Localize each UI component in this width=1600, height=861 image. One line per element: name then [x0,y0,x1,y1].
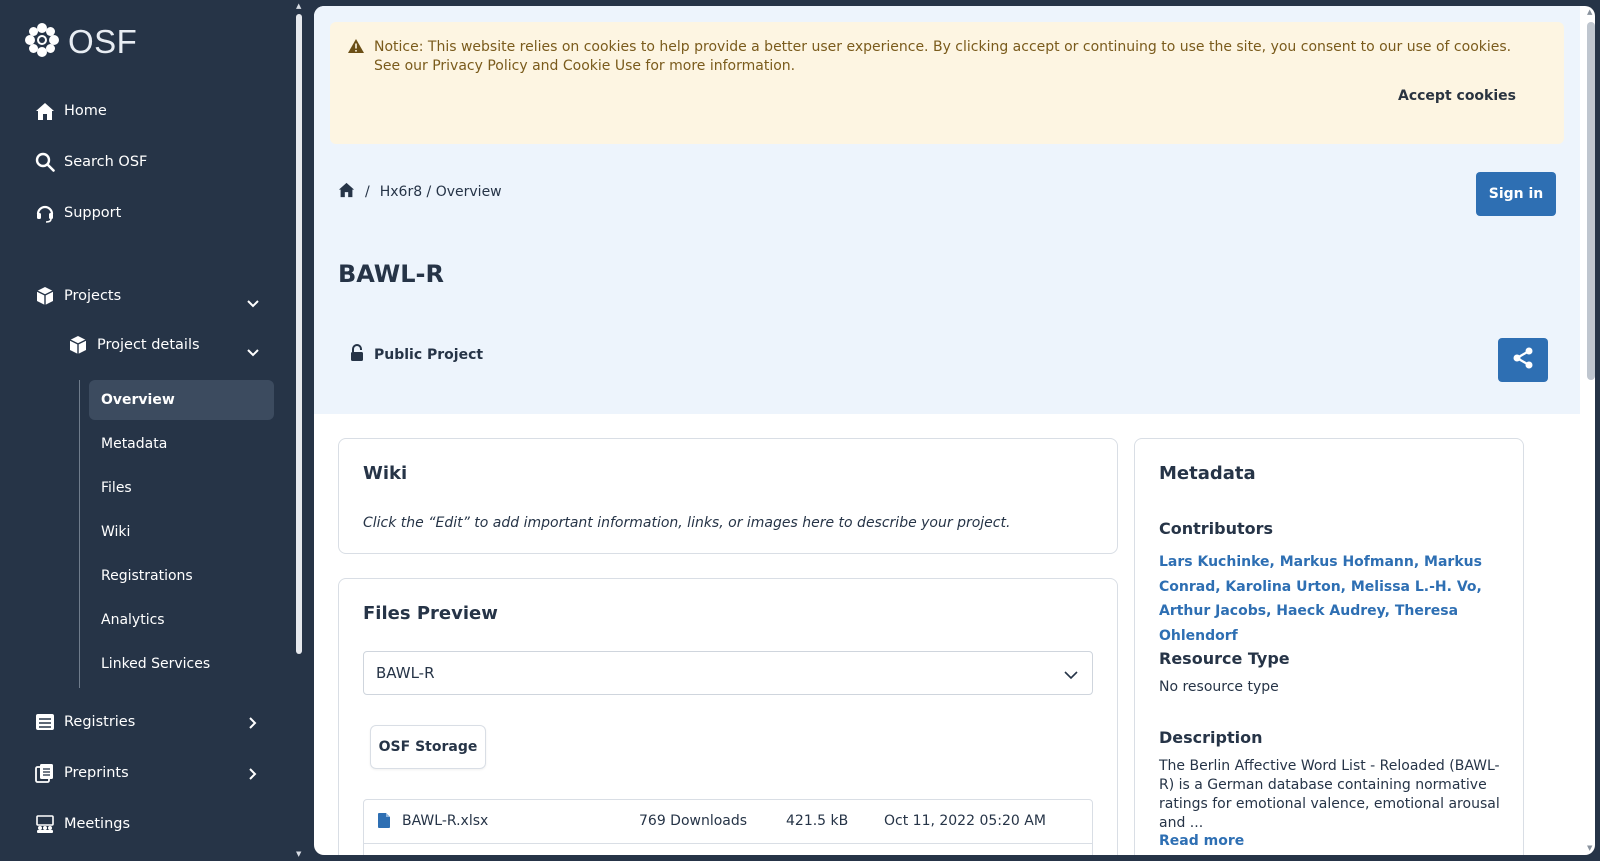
nav-support-label: Support [64,205,122,221]
description-text: The Berlin Affective Word List - Reloade… [1159,758,1500,831]
preprints-chevron-right-icon[interactable] [246,767,260,781]
metadata-card: Metadata Contributors Lars Kuchinke, Mar… [1134,438,1524,855]
visibility-label: Public Project [374,347,484,363]
scroll-down-arrow-icon[interactable]: ▼ [1587,844,1592,852]
project-details-chevron-down-icon[interactable] [246,346,260,360]
scroll-up-arrow-icon[interactable]: ▲ [296,2,301,10]
cookie-message: Notice: This website relies on cookies t… [374,39,1512,74]
wiki-text: Click the “Edit” to add important inform… [363,515,1011,531]
nav-home-label: Home [64,103,107,119]
sidebar-item-linked-services[interactable]: Linked Services [89,644,274,684]
nav-support[interactable]: Support [34,202,121,224]
sidebar-scrollbar[interactable]: ▲ ▼ [296,0,304,861]
description-label: Description [1159,728,1263,747]
nav-registries-label: Registries [64,714,136,730]
sidebar-item-analytics[interactable]: Analytics [89,600,274,640]
read-more-link[interactable]: Read more [1159,833,1244,849]
nav-preprints-label: Preprints [64,765,129,781]
nav-registries[interactable]: Registries [34,711,135,733]
osf-logo[interactable]: OSF [24,22,137,62]
file-date: Oct 11, 2022 05:20 AM [884,813,1046,829]
files-table: BAWL-R.xlsx 769 Downloads 421.5 kB Oct 1… [363,799,1093,855]
nav-projects[interactable]: Projects [34,285,121,307]
osf-storage-button[interactable]: OSF Storage [370,725,486,769]
sidebar-scrollbar-thumb[interactable] [296,14,302,654]
sidebar-item-files[interactable]: Files [89,468,274,508]
registries-chevron-right-icon[interactable] [246,716,260,730]
unlock-icon [350,344,364,366]
file-row[interactable]: BAWL-R.xlsx 769 Downloads 421.5 kB Oct 1… [364,800,1092,844]
wiki-card: Wiki Click the “Edit” to add important i… [338,438,1118,554]
contributors-list[interactable]: Lars Kuchinke, Markus Hofmann, Markus Co… [1159,550,1509,648]
file-size: 421.5 kB [786,813,849,829]
files-preview-title: Files Preview [363,603,498,624]
wiki-title: Wiki [363,463,408,484]
main-scrollbar[interactable]: ▲ ▼ [1584,6,1598,855]
scroll-up-arrow-icon[interactable]: ▲ [1587,8,1592,16]
headset-icon [34,202,56,224]
cube-icon [34,285,56,307]
search-icon [34,151,56,173]
main-scrollbar-thumb[interactable] [1587,22,1595,380]
nav-search-label: Search OSF [64,154,148,170]
project-select[interactable]: BAWL-R [363,651,1093,695]
nav-preprints[interactable]: Preprints [34,762,129,784]
nav-meetings[interactable]: Meetings [34,813,130,835]
file-icon [378,813,390,832]
home-icon [34,100,56,122]
osf-logo-icon [24,22,60,62]
breadcrumb-separator: / [365,184,370,200]
breadcrumb: / Hx6r8 / Overview [338,182,502,202]
files-preview-card: Files Preview BAWL-R OSF Storage BAWL-R.… [338,578,1118,855]
meetings-icon [34,813,56,835]
scroll-down-arrow-icon[interactable]: ▼ [296,850,301,858]
preprints-icon [34,762,56,784]
contributors-label: Contributors [1159,519,1274,538]
chevron-down-icon [1064,666,1078,684]
nav-project-details[interactable]: Project details [67,334,200,356]
share-icon [1511,346,1535,374]
visibility-status: Public Project [350,344,483,366]
main-content: Notice: This website relies on cookies t… [314,6,1595,855]
resource-type-value: No resource type [1159,679,1279,695]
nav-home[interactable]: Home [34,100,107,122]
nav-search[interactable]: Search OSF [34,151,147,173]
sidebar-item-registrations[interactable]: Registrations [89,556,274,596]
cube-icon [67,334,89,356]
share-button[interactable] [1498,338,1548,382]
project-header: Notice: This website relies on cookies t… [314,6,1580,414]
nav-project-details-label: Project details [97,337,200,353]
submenu-divider [79,380,80,688]
accept-cookies-button[interactable]: Accept cookies [1398,88,1516,104]
project-select-value: BAWL-R [376,664,435,682]
resource-type-label: Resource Type [1159,649,1290,668]
cookie-banner: Notice: This website relies on cookies t… [330,22,1564,144]
projects-chevron-down-icon[interactable] [246,297,260,311]
registries-icon [34,711,56,733]
page-title: BAWL-R [338,260,444,288]
breadcrumb-home-icon[interactable] [338,182,355,202]
file-downloads: 769 Downloads [639,813,748,829]
nav-projects-label: Projects [64,288,122,304]
warning-icon [348,38,364,57]
sidebar: OSF Home Search OSF Support Projects Pro… [0,0,300,861]
sidebar-item-wiki[interactable]: Wiki [89,512,274,552]
metadata-title: Metadata [1159,463,1256,484]
nav-meetings-label: Meetings [64,816,131,832]
sidebar-item-overview[interactable]: Overview [89,380,274,420]
sidebar-item-metadata[interactable]: Metadata [89,424,274,464]
sign-in-button[interactable]: Sign in [1476,172,1556,216]
breadcrumb-path: Hx6r8 / Overview [379,184,502,200]
file-name[interactable]: BAWL-R.xlsx [402,813,488,829]
osf-logo-text: OSF [68,23,138,60]
